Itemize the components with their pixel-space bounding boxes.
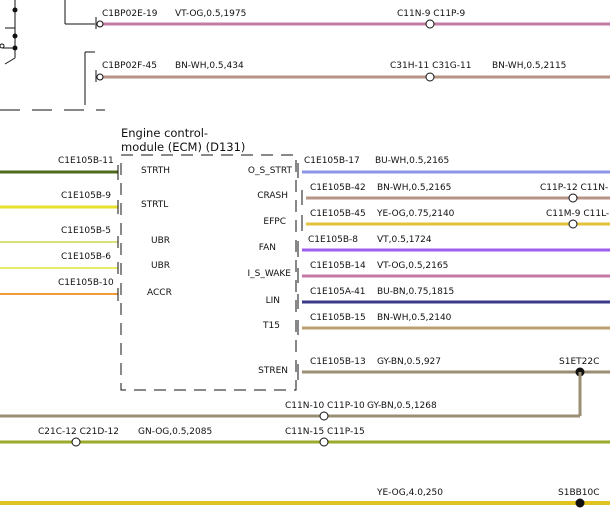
- left-wires: C1E105B-11 C1E105B-9 C1E105B-5 C1E105B-6…: [0, 156, 119, 301]
- pin-label-ubr: UBR: [151, 236, 170, 246]
- pin-label-strth: STRTH: [141, 166, 170, 176]
- connector-label: C1E105B-13: [310, 357, 366, 367]
- inline-connector-label: C11N-9 C11P-9: [397, 9, 466, 19]
- wire-spec-label: VT-OG,0.5,2165: [377, 261, 448, 271]
- pin-label-ubr-2: UBR: [151, 261, 170, 271]
- inline-connector-symbol: [71, 437, 81, 447]
- pin-label-lin: LIN: [266, 296, 280, 306]
- right-wires: C1E105B-17 BU-WH,0.5,2165 C1E105B-42 BN-…: [297, 156, 610, 416]
- splice-label: S1ET22C: [559, 357, 599, 367]
- connector-label: C1E105B-5: [61, 226, 111, 236]
- top-wire-1: C1BP02E-19 VT-OG,0.5,1975 C11N-9 C11P-9: [95, 9, 610, 29]
- splice-point: [96, 20, 104, 28]
- inline-connector-label: C11P-12 C11N-: [540, 183, 608, 193]
- splice-node: [575, 498, 585, 508]
- connector-label: C1BP02F-45: [102, 61, 157, 71]
- wire-spec-label: BN-WH,0.5,2140: [377, 313, 452, 323]
- pin-label-t15: T15: [262, 321, 280, 331]
- top-left-fragment: [0, 0, 105, 111]
- wire-spec-label: BN-WH,0.5,2115: [492, 61, 566, 71]
- connector-label: C1E105B-42: [310, 183, 366, 193]
- inline-connector-symbol: [425, 19, 435, 29]
- connector-label: C1E105B-15: [310, 313, 366, 323]
- connector-label: C1E105B-10: [58, 278, 114, 288]
- connector-label: C1E105A-41: [310, 287, 366, 297]
- wire-spec-label: YE-OG,0.75,2140: [376, 209, 455, 219]
- wire-spec-label: GY-BN,0.5,927: [377, 357, 441, 367]
- wire-spec-label: VT,0.5,1724: [377, 235, 432, 245]
- wire-spec-label: YE-OG,4.0,250: [376, 488, 443, 498]
- pin-label-accr: ACCR: [147, 288, 172, 298]
- pin-label-efpc: EFPC: [263, 217, 286, 227]
- inline-connector-symbol: [319, 411, 329, 421]
- connector-label: C1E105B-14: [310, 261, 366, 271]
- inline-connector-label: C11N-10 C11P-10: [285, 401, 365, 411]
- inline-connector-label: C11N-15 C11P-15: [285, 427, 365, 437]
- connector-label: C1E105B-45: [310, 209, 366, 219]
- connector-label: C1E105B-8: [308, 235, 358, 245]
- ecm-title-line1: Engine control-: [121, 126, 208, 140]
- wire-spec-label: GY-BN,0.5,1268: [367, 401, 437, 411]
- splice-label: S1BB10C: [558, 488, 600, 498]
- splice-point: [96, 73, 104, 81]
- ecm-module: Engine control- module (ECM) (D131) STRT…: [120, 126, 297, 391]
- pin-label-fan: FAN: [259, 243, 276, 253]
- inline-connector-symbol: [319, 437, 329, 447]
- pin-label-i-s-wake: I_S_WAKE: [247, 269, 291, 279]
- connector-label: C1E105B-9: [61, 191, 111, 201]
- pin-label-crash: CRASH: [257, 191, 288, 201]
- wiring-diagram: C1BP02E-19 VT-OG,0.5,1975 C11N-9 C11P-9 …: [0, 0, 610, 508]
- pin-label-o-s-strt: O_S_STRT: [248, 166, 293, 176]
- inline-connector-symbol: [425, 72, 435, 82]
- wire-spec-label: BU-WH,0.5,2165: [375, 156, 449, 166]
- pin-label-strtl: STRTL: [141, 200, 168, 210]
- wire-spec-label: VT-OG,0.5,1975: [175, 9, 246, 19]
- connector-label: C1BP02E-19: [102, 9, 158, 19]
- wire-spec-label: GN-OG,0.5,2085: [138, 427, 212, 437]
- wire-spec-label: BN-WH,0.5,2165: [377, 183, 451, 193]
- connector-label: C1E105B-11: [58, 156, 114, 166]
- bottom-wires: C11N-10 C11P-10 GY-BN,0.5,1268 C21C-12 C…: [0, 401, 610, 508]
- inline-connector-symbol: [568, 219, 578, 229]
- inline-connector-label: C11M-9 C11L-: [546, 209, 609, 219]
- ecm-title-line2: module (ECM) (D131): [121, 140, 245, 154]
- top-wire-2: C1BP02F-45 BN-WH,0.5,434 C31H-11 C31G-11…: [95, 61, 610, 82]
- wire-spec-label: BU-BN,0.75,1815: [377, 287, 454, 297]
- inline-connector-label: C31H-11 C31G-11: [390, 61, 471, 71]
- pin-label-stren: STREN: [258, 366, 288, 376]
- connector-label: C1E105B-6: [61, 252, 111, 262]
- inline-connector-label: C21C-12 C21D-12: [38, 427, 119, 437]
- connector-label: C1E105B-17: [304, 156, 360, 166]
- wire-spec-label: BN-WH,0.5,434: [175, 61, 244, 71]
- inline-connector-symbol: [568, 193, 578, 203]
